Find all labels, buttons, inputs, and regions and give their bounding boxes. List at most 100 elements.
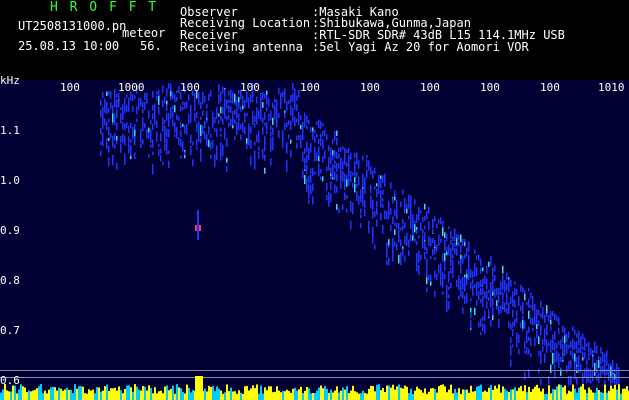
signal-streak — [270, 131, 272, 137]
signal-streak — [114, 144, 116, 149]
signal-streak — [448, 294, 450, 299]
signal-streak — [178, 136, 180, 145]
signal-streak — [556, 316, 558, 322]
signal-streak — [444, 244, 446, 252]
signal-streak — [128, 105, 130, 112]
noise-floor-bar — [324, 386, 326, 400]
noise-floor-bar — [620, 393, 622, 400]
signal-streak — [564, 327, 566, 332]
signal-streak — [322, 139, 324, 147]
signal-streak — [350, 152, 352, 160]
signal-streak — [374, 167, 376, 174]
signal-streak — [304, 175, 306, 185]
signal-streak — [158, 90, 160, 96]
signal-streak — [296, 95, 298, 101]
signal-streak — [420, 210, 422, 214]
signal-streak — [412, 225, 414, 232]
noise-floor-bar — [272, 392, 274, 400]
noise-floor-bar — [580, 386, 582, 400]
signal-streak — [296, 118, 298, 123]
signal-streak — [444, 263, 446, 271]
signal-streak — [474, 249, 476, 254]
signal-streak — [494, 275, 496, 282]
signal-streak — [220, 133, 222, 137]
signal-streak — [394, 229, 396, 235]
signal-streak — [368, 162, 370, 171]
signal-streak — [248, 100, 250, 109]
signal-streak — [310, 126, 312, 133]
signal-streak — [284, 112, 286, 119]
signal-streak — [184, 151, 186, 156]
signal-streak — [132, 126, 134, 135]
signal-streak — [362, 199, 364, 207]
noise-floor-bar — [92, 389, 94, 400]
noise-floor-bar — [232, 391, 234, 400]
signal-streak — [400, 201, 402, 208]
signal-streak — [108, 157, 110, 166]
signal-streak — [474, 284, 476, 289]
signal-streak — [488, 309, 490, 318]
signal-streak — [264, 154, 266, 161]
noise-floor-bar — [138, 389, 140, 400]
signal-streak — [224, 104, 226, 113]
signal-streak — [352, 172, 354, 176]
signal-streak — [534, 303, 536, 308]
signal-streak — [214, 116, 216, 124]
signal-streak — [352, 202, 354, 207]
signal-streak — [308, 183, 310, 193]
signal-streak — [434, 256, 436, 260]
signal-streak — [168, 83, 170, 89]
noise-floor-bar — [530, 391, 532, 400]
signal-streak — [606, 368, 608, 376]
signal-streak — [180, 105, 182, 112]
signal-streak — [330, 151, 332, 157]
signal-streak — [438, 241, 440, 246]
signal-streak — [484, 330, 486, 334]
signal-streak — [148, 153, 150, 158]
signal-streak — [262, 149, 264, 158]
signal-streak — [356, 183, 358, 188]
signal-streak — [164, 120, 166, 124]
signal-streak — [474, 263, 476, 270]
signal-streak — [120, 107, 122, 111]
signal-streak — [510, 345, 512, 352]
signal-streak — [426, 287, 428, 293]
noise-floor-bar — [74, 384, 76, 400]
signal-streak — [178, 116, 180, 121]
signal-streak — [502, 265, 504, 274]
signal-streak — [410, 195, 412, 204]
signal-streak — [158, 149, 160, 157]
signal-streak — [428, 235, 430, 241]
signal-streak — [558, 317, 560, 325]
signal-streak — [208, 93, 210, 101]
signal-streak — [430, 237, 432, 247]
signal-streak — [452, 267, 454, 274]
signal-streak — [164, 131, 166, 137]
signal-streak — [182, 145, 184, 152]
signal-streak — [160, 155, 162, 162]
signal-streak — [388, 239, 390, 246]
noise-floor-bar — [160, 390, 162, 400]
signal-streak — [106, 91, 108, 97]
signal-streak — [218, 113, 220, 117]
signal-streak — [238, 121, 240, 131]
noise-floor-bar — [54, 387, 56, 400]
signal-streak — [550, 364, 552, 373]
noise-floor-bar — [68, 389, 70, 400]
signal-streak — [390, 184, 392, 189]
noise-floor-bar — [344, 389, 346, 400]
noise-floor-bar — [318, 387, 320, 400]
signal-streak — [524, 371, 526, 381]
signal-streak — [124, 135, 126, 144]
noise-floor-bar — [114, 387, 116, 400]
signal-streak — [220, 155, 222, 161]
signal-streak — [108, 126, 110, 136]
signal-streak — [374, 244, 376, 250]
signal-streak — [304, 157, 306, 164]
signal-streak — [388, 209, 390, 215]
noise-floor-bar — [368, 388, 370, 400]
signal-streak — [172, 111, 174, 118]
noise-floor-bar — [60, 388, 62, 400]
signal-streak — [560, 356, 562, 363]
signal-streak — [532, 317, 534, 326]
